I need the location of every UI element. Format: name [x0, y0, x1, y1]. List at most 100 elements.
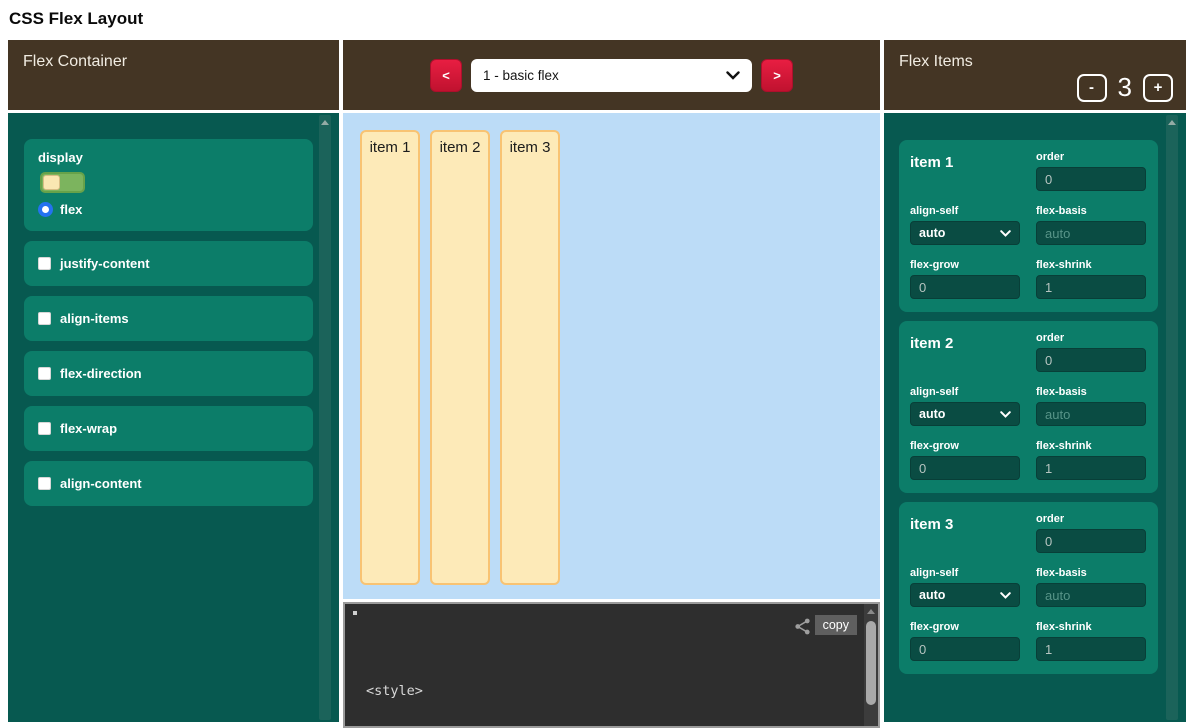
item-count: 3 [1118, 72, 1132, 103]
item-2-order-input[interactable] [1036, 348, 1146, 372]
align-items-checkbox[interactable] [38, 312, 51, 325]
option-flex-wrap: flex-wrap [24, 406, 313, 451]
align-items-label: align-items [60, 311, 129, 326]
flex-grow-label: flex-grow [910, 621, 1020, 633]
preset-select-value: 1 - basic flex [483, 68, 559, 83]
page-title: CSS Flex Layout [9, 9, 143, 29]
preview-item-3: item 3 [500, 130, 560, 585]
flex-container-title: Flex Container [23, 53, 127, 70]
align-content-checkbox[interactable] [38, 477, 51, 490]
flex-basis-label: flex-basis [1036, 567, 1146, 579]
item-3-align-self-select[interactable]: auto [910, 583, 1020, 607]
flex-items-scrollbar[interactable] [1166, 115, 1178, 720]
flex-wrap-checkbox[interactable] [38, 422, 51, 435]
scrollbar-thumb[interactable] [866, 621, 876, 705]
preset-selector-bar: < 1 - basic flex > [343, 40, 880, 110]
order-label: order [1036, 151, 1146, 163]
chevron-down-icon [726, 71, 740, 80]
item-1-flex-grow-input[interactable] [910, 275, 1020, 299]
preset-select[interactable]: 1 - basic flex [471, 59, 752, 92]
chevron-down-icon [1000, 230, 1011, 237]
item-3-flex-basis-input[interactable] [1036, 583, 1146, 607]
add-item-button[interactable]: + [1143, 74, 1173, 102]
item-1-align-self-select[interactable]: auto [910, 221, 1020, 245]
flex-shrink-label: flex-shrink [1036, 259, 1146, 271]
flex-basis-label: flex-basis [1036, 386, 1146, 398]
code-panel: <style> .flex-container { display: flex;… [343, 602, 880, 728]
chevron-down-icon [1000, 411, 1011, 418]
item-3-card: item 3 order align-self auto flex-basis [899, 502, 1158, 674]
next-preset-button[interactable]: > [761, 59, 793, 92]
flex-grow-label: flex-grow [910, 440, 1020, 452]
prev-preset-button[interactable]: < [430, 59, 462, 92]
flex-container-body: display flex justify-content align-items [8, 113, 339, 722]
item-counter: - 3 + [1077, 72, 1173, 103]
display-card: display flex [24, 139, 313, 231]
align-self-value: auto [919, 588, 945, 602]
item-3-title: item 3 [910, 513, 1020, 553]
item-1-title: item 1 [910, 151, 1020, 191]
flex-preview-area: item 1 item 2 item 3 [343, 113, 880, 599]
item-2-flex-shrink-input[interactable] [1036, 456, 1146, 480]
option-flex-direction: flex-direction [24, 351, 313, 396]
option-align-content: align-content [24, 461, 313, 506]
item-3-order-input[interactable] [1036, 529, 1146, 553]
scroll-up-icon[interactable] [321, 120, 329, 125]
flex-shrink-label: flex-shrink [1036, 440, 1146, 452]
flex-grow-label: flex-grow [910, 259, 1020, 271]
flex-direction-checkbox[interactable] [38, 367, 51, 380]
preview-item-1: item 1 [360, 130, 420, 585]
copy-button[interactable]: copy [815, 615, 857, 635]
code-bullet-icon [353, 611, 357, 615]
preview-item-2: item 2 [430, 130, 490, 585]
display-label: display [38, 150, 299, 165]
item-2-flex-grow-input[interactable] [910, 456, 1020, 480]
item-2-card: item 2 order align-self auto flex-basis [899, 321, 1158, 493]
scroll-up-icon[interactable] [867, 609, 875, 614]
flex-wrap-label: flex-wrap [60, 421, 117, 436]
item-3-flex-shrink-input[interactable] [1036, 637, 1146, 661]
share-icon[interactable] [793, 617, 812, 636]
flex-container-panel: Flex Container display flex justify-cont… [8, 40, 339, 722]
flex-container-scrollbar[interactable] [319, 115, 331, 720]
item-1-flex-basis-input[interactable] [1036, 221, 1146, 245]
item-1-flex-shrink-input[interactable] [1036, 275, 1146, 299]
flex-radio[interactable] [38, 202, 53, 217]
code-line: <style> [366, 682, 520, 701]
display-toggle[interactable] [40, 172, 85, 193]
scroll-up-icon[interactable] [1168, 120, 1176, 125]
align-self-value: auto [919, 407, 945, 421]
flex-items-title: Flex Items [899, 53, 973, 70]
order-label: order [1036, 513, 1146, 525]
flex-radio-label: flex [60, 202, 82, 217]
item-1-order-input[interactable] [1036, 167, 1146, 191]
flex-items-body: item 1 order align-self auto flex-basis [884, 113, 1186, 722]
justify-content-checkbox[interactable] [38, 257, 51, 270]
flex-basis-label: flex-basis [1036, 205, 1146, 217]
item-3-flex-grow-input[interactable] [910, 637, 1020, 661]
generated-code: <style> .flex-container { display: flex; [366, 644, 520, 728]
item-1-card: item 1 order align-self auto flex-basis [899, 140, 1158, 312]
align-self-label: align-self [910, 386, 1020, 398]
flex-direction-label: flex-direction [60, 366, 142, 381]
item-2-flex-basis-input[interactable] [1036, 402, 1146, 426]
item-2-align-self-select[interactable]: auto [910, 402, 1020, 426]
order-label: order [1036, 332, 1146, 344]
flex-shrink-label: flex-shrink [1036, 621, 1146, 633]
align-self-label: align-self [910, 567, 1020, 579]
flex-container-header: Flex Container [8, 40, 339, 110]
chevron-down-icon [1000, 592, 1011, 599]
flex-items-panel: Flex Items - 3 + item 1 order align-self [884, 40, 1186, 722]
code-scrollbar[interactable] [864, 604, 878, 726]
justify-content-label: justify-content [60, 256, 150, 271]
align-self-value: auto [919, 226, 945, 240]
option-align-items: align-items [24, 296, 313, 341]
item-2-title: item 2 [910, 332, 1020, 372]
preview-panel: < 1 - basic flex > item 1 item 2 item 3 … [343, 40, 880, 728]
flex-items-header: Flex Items - 3 + [884, 40, 1186, 110]
option-justify-content: justify-content [24, 241, 313, 286]
align-self-label: align-self [910, 205, 1020, 217]
align-content-label: align-content [60, 476, 142, 491]
remove-item-button[interactable]: - [1077, 74, 1107, 102]
toggle-knob-icon [43, 175, 60, 190]
